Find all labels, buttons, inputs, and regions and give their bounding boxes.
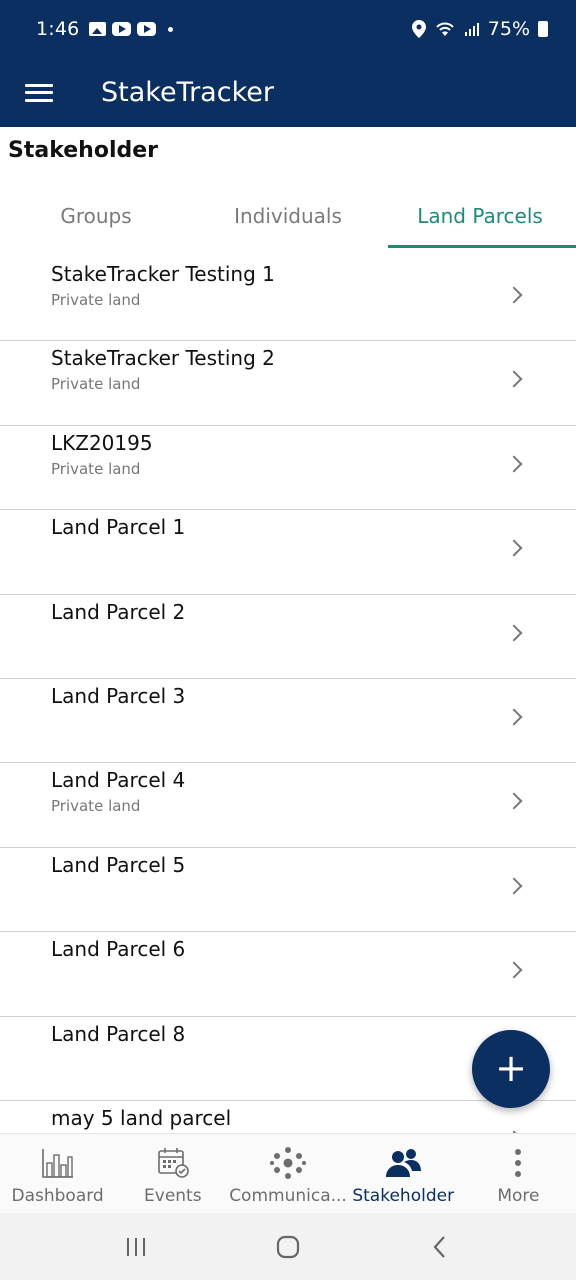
list-item[interactable]: Land Parcel 6 (0, 932, 576, 1017)
wifi-icon (436, 22, 454, 36)
land-parcel-list: StakeTracker Testing 1 Private land Stak… (0, 257, 576, 1133)
recent-apps-button[interactable] (106, 1227, 166, 1267)
list-item[interactable]: Land Parcel 5 (0, 848, 576, 933)
list-item-title: Land Parcel 6 (51, 937, 186, 962)
home-icon (276, 1235, 300, 1258)
add-land-parcel-button[interactable]: + (472, 1030, 550, 1108)
tab-groups[interactable]: Groups (0, 190, 192, 248)
list-item-title: Land Parcel 2 (51, 599, 186, 624)
page-title: Stakeholder (8, 138, 159, 163)
chevron-right-icon (505, 708, 523, 726)
app-bar: StakeTracker (0, 58, 576, 127)
nav-more[interactable]: More (461, 1134, 576, 1213)
tab-individuals[interactable]: Individuals (192, 190, 384, 248)
nav-events[interactable]: Events (115, 1134, 230, 1213)
nav-label: Stakeholder (352, 1186, 455, 1206)
tab-bar: Groups Individuals Land Parcels (0, 190, 576, 248)
system-nav-bar (0, 1213, 576, 1280)
people-icon (384, 1146, 422, 1180)
list-item[interactable]: LKZ20195 Private land (0, 426, 576, 511)
bar-chart-icon (41, 1146, 75, 1180)
list-item-subtitle: Private land (51, 291, 141, 309)
nav-stakeholder[interactable]: Stakeholder (346, 1134, 461, 1213)
home-button[interactable] (258, 1227, 318, 1267)
app-title: StakeTracker (101, 77, 274, 108)
more-notifications-dot-icon (168, 26, 174, 32)
battery-percent: 75% (487, 18, 530, 40)
nav-label: Dashboard (11, 1186, 104, 1206)
list-item[interactable]: StakeTracker Testing 1 Private land (0, 257, 576, 342)
plus-icon: + (495, 1045, 527, 1090)
signal-icon (464, 23, 479, 36)
nav-label: More (497, 1186, 540, 1206)
gallery-notification-icon (89, 22, 107, 36)
location-icon (411, 20, 426, 38)
status-bar: 1:46 75% (0, 0, 576, 58)
list-item-subtitle: Private land (51, 375, 141, 394)
menu-icon[interactable] (25, 82, 53, 104)
back-button[interactable] (410, 1227, 470, 1267)
nav-dashboard[interactable]: Dashboard (0, 1134, 115, 1213)
chevron-right-icon (505, 877, 523, 895)
list-item-title: Land Parcel 5 (51, 852, 186, 877)
network-dots-icon (270, 1146, 306, 1180)
more-vertical-icon (513, 1146, 523, 1180)
recent-apps-icon (127, 1237, 145, 1256)
list-item-title: LKZ20195 (51, 430, 153, 455)
status-time: 1:46 (36, 18, 80, 40)
list-item-title: Land Parcel 3 (51, 683, 186, 708)
chevron-right-icon (505, 624, 523, 642)
list-item-title: StakeTracker Testing 1 (51, 262, 275, 286)
calendar-check-icon (156, 1146, 190, 1180)
battery-icon (538, 21, 548, 37)
list-item[interactable]: Land Parcel 2 (0, 595, 576, 679)
list-item[interactable]: StakeTracker Testing 2 Private land (0, 341, 576, 426)
nav-label: Events (144, 1186, 202, 1206)
list-item[interactable]: Land Parcel 4 Private land (0, 763, 576, 848)
youtube-notification-icon (137, 22, 157, 36)
bottom-nav: Dashboard Events Communica... Stakeholde… (0, 1133, 576, 1213)
list-item[interactable]: may 5 land parcel (0, 1101, 576, 1133)
list-item-subtitle: Private land (51, 797, 141, 816)
youtube-notification-icon (112, 22, 132, 36)
list-item-title: may 5 land parcel (51, 1105, 232, 1130)
tab-land-parcels[interactable]: Land Parcels (384, 190, 576, 248)
list-item-title: StakeTracker Testing 2 (51, 346, 275, 371)
back-icon (433, 1235, 445, 1258)
list-item-title: Land Parcel 1 (51, 515, 186, 540)
chevron-right-icon (505, 961, 523, 979)
list-item-title: Land Parcel 4 (51, 768, 186, 793)
nav-communications[interactable]: Communica... (230, 1134, 346, 1213)
nav-label: Communica... (230, 1186, 346, 1206)
list-item[interactable]: Land Parcel 1 (0, 510, 576, 595)
list-item[interactable]: Land Parcel 3 (0, 679, 576, 764)
list-item-subtitle: Private land (51, 459, 141, 478)
chevron-right-icon (505, 539, 523, 557)
